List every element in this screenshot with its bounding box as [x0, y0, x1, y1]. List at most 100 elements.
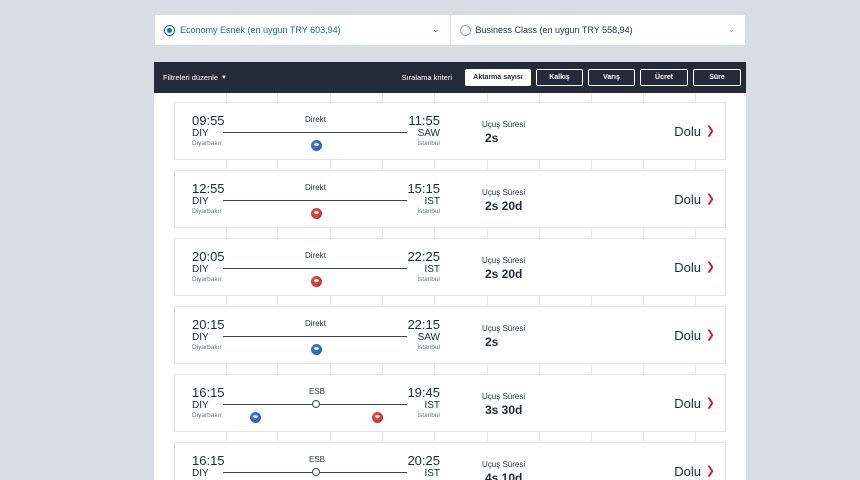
availability-status: Dolu — [674, 124, 701, 139]
flight-row[interactable]: 16:15 DIY ESB 20:25 IST Uçuş Süresi 4s 1… — [174, 442, 726, 480]
sort-criteria-label: Sıralama kriteri — [401, 73, 452, 82]
duration-value: 2s — [485, 131, 499, 145]
airline-logo-red-icon — [372, 412, 383, 423]
chevron-right-icon[interactable]: ❯ — [706, 328, 715, 341]
departure-code: DIY — [192, 196, 209, 207]
departure-code: DIY — [192, 332, 209, 343]
airline-logo-red-icon — [311, 276, 322, 287]
sort-by-arrival-button[interactable]: Varış — [588, 69, 635, 86]
duration-value: 2s — [485, 335, 499, 349]
flight-row[interactable]: 20:15 DIY Diyarbakır Direkt 22:15 SAW İs… — [174, 306, 726, 364]
cabin-option-economy[interactable]: Economy Esnek (en uygun TRY 603,94) ⌄ — [155, 15, 450, 45]
airline-logo-blue-icon — [311, 140, 322, 151]
edit-filters-label: Filtreleri düzenle — [163, 73, 219, 82]
sort-by-price-button[interactable]: Ücret — [640, 69, 688, 86]
cabin-option-business[interactable]: Business Class (en uygun TRY 558,94) ⌄ — [449, 15, 746, 45]
chevron-right-icon[interactable]: ❯ — [706, 464, 715, 477]
duration-value: 2s 20d — [485, 267, 523, 281]
chevron-right-icon[interactable]: ❯ — [706, 396, 715, 409]
arrival-code: IST — [424, 196, 440, 207]
departure-city: Diyarbakır — [192, 208, 222, 215]
radio-unchecked-icon[interactable] — [459, 24, 471, 36]
departure-city: Diyarbakır — [192, 140, 222, 147]
stopover-dot-icon — [312, 400, 320, 408]
departure-time: 16:15 — [192, 453, 225, 468]
departure-time: 16:15 — [192, 385, 225, 400]
sort-by-stops-button[interactable]: Aktarma sayısı — [465, 69, 531, 86]
route-type: ESB — [309, 455, 326, 464]
route-type: Direkt — [305, 115, 326, 124]
caret-down-icon: ▼ — [221, 74, 227, 81]
chevron-right-icon[interactable]: ❯ — [706, 124, 715, 137]
availability-status: Dolu — [674, 260, 701, 275]
duration-label: Uçuş Süresi — [482, 324, 526, 333]
availability-status: Dolu — [674, 464, 701, 479]
flight-row[interactable]: 16:15 DIY Diyarbakır ESB 19:45 IST İstan… — [174, 374, 726, 432]
airline-logo-red-icon — [311, 208, 322, 219]
arrival-code: SAW — [417, 128, 440, 139]
route-line — [223, 132, 407, 133]
arrival-code: IST — [424, 264, 440, 275]
arrival-code: IST — [424, 400, 440, 411]
departure-city: Diyarbakır — [192, 412, 222, 419]
radio-checked-icon[interactable] — [164, 24, 175, 36]
chevron-down-icon[interactable]: ⌄ — [432, 25, 440, 34]
duration-value: 3s 30d — [485, 403, 523, 417]
cabin-class-selector: Economy Esnek (en uygun TRY 603,94) ⌄ Bu… — [154, 14, 746, 46]
arrival-time: 22:25 — [407, 249, 440, 264]
route-type: ESB — [309, 387, 326, 396]
departure-code: DIY — [192, 128, 209, 139]
departure-time: 12:55 — [192, 181, 225, 196]
route-line — [223, 336, 407, 337]
departure-time: 20:05 — [192, 249, 225, 264]
availability-status: Dolu — [674, 192, 701, 207]
cabin-option-label: Business Class (en uygun TRY 558,94) — [475, 25, 633, 35]
sort-bar: Filtreleri düzenle ▼ Sıralama kriteri Ak… — [154, 62, 746, 93]
flight-row[interactable]: 09:55 DIY Diyarbakır Direkt 11:55 SAW İs… — [174, 102, 726, 160]
edit-filters-button[interactable]: Filtreleri düzenle ▼ — [163, 73, 227, 82]
chevron-down-icon[interactable]: ⌄ — [727, 25, 735, 34]
flight-row[interactable]: 20:05 DIY Diyarbakır Direkt 22:25 IST İs… — [174, 238, 726, 296]
chevron-right-icon[interactable]: ❯ — [706, 192, 715, 205]
flight-row[interactable]: 12:55 DIY Diyarbakır Direkt 15:15 IST İs… — [174, 170, 726, 228]
sort-by-duration-button[interactable]: Süre — [693, 69, 741, 86]
arrival-code: SAW — [417, 332, 440, 343]
arrival-time: 20:25 — [407, 453, 440, 468]
departure-code: DIY — [192, 400, 209, 411]
arrival-city: İstanbul — [417, 208, 440, 215]
availability-status: Dolu — [674, 328, 701, 343]
departure-code: DIY — [192, 468, 209, 479]
departure-code: DIY — [192, 264, 209, 275]
departure-time: 20:15 — [192, 317, 225, 332]
duration-label: Uçuş Süresi — [482, 392, 526, 401]
cabin-option-label: Economy Esnek (en uygun TRY 603,94) — [180, 25, 341, 35]
departure-city: Diyarbakır — [192, 344, 222, 351]
duration-label: Uçuş Süresi — [482, 460, 526, 469]
duration-label: Uçuş Süresi — [482, 120, 526, 129]
arrival-code: IST — [424, 468, 440, 479]
duration-value: 4s 10d — [485, 471, 523, 480]
duration-label: Uçuş Süresi — [482, 188, 526, 197]
route-line — [223, 200, 407, 201]
duration-value: 2s 20d — [485, 199, 523, 213]
arrival-city: İstanbul — [417, 344, 440, 351]
arrival-time: 19:45 — [407, 385, 440, 400]
chevron-right-icon[interactable]: ❯ — [706, 260, 715, 273]
arrival-city: İstanbul — [417, 276, 440, 283]
arrival-time: 22:15 — [407, 317, 440, 332]
departure-time: 09:55 — [192, 113, 225, 128]
sort-by-departure-button[interactable]: Kalkış — [536, 69, 583, 86]
arrival-city: İstanbul — [417, 412, 440, 419]
route-type: Direkt — [305, 183, 326, 192]
airline-logo-blue-icon — [311, 344, 322, 355]
route-type: Direkt — [305, 251, 326, 260]
departure-city: Diyarbakır — [192, 276, 222, 283]
airline-logo-blue-icon — [250, 412, 261, 423]
availability-status: Dolu — [674, 396, 701, 411]
arrival-time: 15:15 — [407, 181, 440, 196]
stopover-dot-icon — [312, 468, 320, 476]
duration-label: Uçuş Süresi — [482, 256, 526, 265]
arrival-time: 11:55 — [408, 113, 440, 128]
route-type: Direkt — [305, 319, 326, 328]
route-line — [223, 268, 407, 269]
